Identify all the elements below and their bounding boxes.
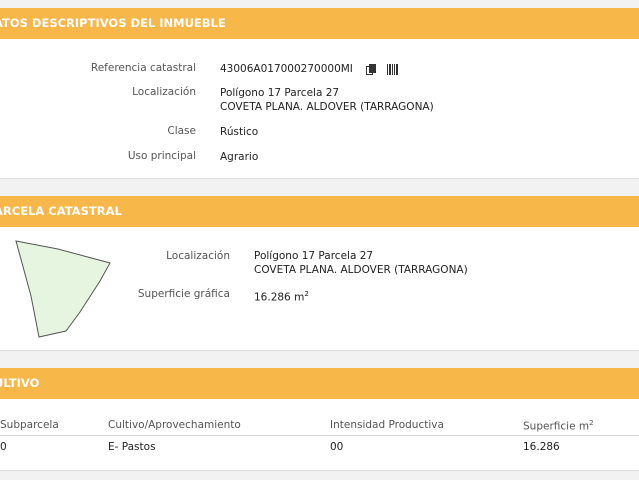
col-superficie-exp: 2 <box>589 419 594 427</box>
referencia-text: 43006A017000270000MI <box>220 63 353 75</box>
parcela-localizacion-line1: Polígono 17 Parcela 27 <box>254 250 374 262</box>
cultivo-header: ULTIVO <box>0 368 639 399</box>
referencia-value: 43006A017000270000MI <box>220 62 399 76</box>
referencia-icons <box>360 62 398 76</box>
superficie-grafica-value: 16.286 m2 <box>254 287 309 305</box>
parcela-catastral-panel: ARCELA CATASTRAL Localización Polígono 1… <box>0 196 639 350</box>
referencia-label: Referencia catastral <box>90 62 196 74</box>
localizacion-value: Polígono 17 Parcela 27 COVETA PLANA. ALD… <box>220 86 434 114</box>
copy-icon[interactable] <box>366 63 377 75</box>
localizacion-line1: Polígono 17 Parcela 27 <box>220 87 340 99</box>
cell-intensidad: 00 <box>330 441 344 453</box>
clase-label: Clase <box>167 125 196 137</box>
col-subparcela: Subparcela <box>0 419 59 431</box>
barcode-icon[interactable] <box>386 63 399 75</box>
parcela-catastral-title: ARCELA CATASTRAL <box>0 204 122 218</box>
col-cultivo: Cultivo/Aprovechamiento <box>108 419 241 431</box>
cultivo-table-header: Subparcela Cultivo/Aprovechamiento Inten… <box>0 415 639 436</box>
datos-descriptivos-panel: ATOS DESCRIPTIVOS DEL INMUEBLE Referenci… <box>0 8 639 178</box>
uso-value: Agrario <box>220 151 259 163</box>
parcela-localizacion-label: Localización <box>166 250 230 262</box>
datos-descriptivos-header: ATOS DESCRIPTIVOS DEL INMUEBLE <box>0 8 639 39</box>
cell-cultivo: E- Pastos <box>108 441 156 453</box>
superficie-grafica-exp: 2 <box>304 290 309 298</box>
cell-subparcela: 0 <box>0 441 7 453</box>
parcela-localizacion-line2: COVETA PLANA. ALDOVER (TARRAGONA) <box>254 264 468 276</box>
datos-descriptivos-title: ATOS DESCRIPTIVOS DEL INMUEBLE <box>0 16 226 30</box>
superficie-grafica-number: 16.286 m <box>254 291 305 304</box>
parcela-catastral-header: ARCELA CATASTRAL <box>0 196 639 227</box>
table-row: 0 E- Pastos 00 16.286 <box>0 437 639 457</box>
cell-superficie: 16.286 <box>523 441 560 453</box>
localizacion-label: Localización <box>132 86 196 98</box>
clase-value: Rústico <box>220 126 259 138</box>
uso-label: Uso principal <box>127 150 196 162</box>
col-superficie: Superficie m2 <box>523 419 594 433</box>
col-intensidad: Intensidad Productiva <box>330 419 444 431</box>
superficie-grafica-label: Superficie gráfica <box>137 288 230 300</box>
cultivo-title: ULTIVO <box>0 376 40 390</box>
cultivo-panel: ULTIVO Subparcela Cultivo/Aprovechamient… <box>0 368 639 470</box>
parcela-localizacion-value: Polígono 17 Parcela 27 COVETA PLANA. ALD… <box>254 249 468 277</box>
col-superficie-text: Superficie m <box>523 420 590 433</box>
parcela-shape[interactable] <box>10 236 120 344</box>
localizacion-line2: COVETA PLANA. ALDOVER (TARRAGONA) <box>220 101 434 113</box>
